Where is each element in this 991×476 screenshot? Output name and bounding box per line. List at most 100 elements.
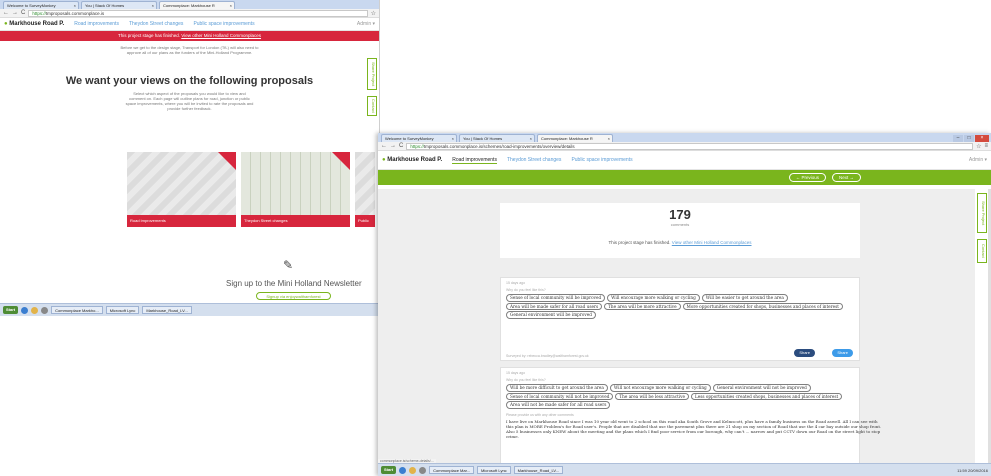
- reason-chip: Area will not be made safer for all road…: [506, 401, 611, 409]
- comment-text: I have live on Markhouse Road since I wa…: [506, 418, 882, 439]
- menu-icon[interactable]: ≡: [984, 143, 988, 149]
- nav-public-space[interactable]: Public space improvements: [193, 21, 254, 27]
- start-button[interactable]: Start: [3, 306, 19, 314]
- star-icon[interactable]: ☆: [976, 143, 981, 150]
- taskbar-app-label: Commonplace Markho...: [55, 308, 99, 313]
- response-card: 15 days ago Why do you feel like this? S…: [500, 277, 860, 361]
- brand-name: Markhouse Road P.: [9, 21, 65, 27]
- ie-icon[interactable]: [21, 306, 29, 314]
- reload-icon[interactable]: C: [21, 10, 25, 16]
- reload-icon[interactable]: C: [399, 143, 403, 149]
- url-scheme: https://: [32, 10, 46, 16]
- settings-icon[interactable]: [419, 466, 427, 474]
- url-text: tmproposals.commonplace.is: [45, 10, 105, 16]
- edit-icon: ✎: [283, 258, 294, 272]
- nav-theydon-street[interactable]: Theydon Street changes: [507, 157, 561, 163]
- nav-road-improvements[interactable]: Road improvements: [74, 21, 119, 27]
- reason-chip: The area will be more attractive: [604, 302, 681, 310]
- browser-tab-active[interactable]: Commonplace: Markhouse R ×: [537, 134, 613, 142]
- url-text: tmproposals.commonplace.is/schemes/road-…: [423, 143, 575, 149]
- taskbar-app-label: Microsoft Lync: [109, 308, 136, 313]
- maximize-icon[interactable]: □: [964, 135, 974, 142]
- stage-status: This project stage has finished.: [608, 240, 671, 245]
- card-ribbon: [218, 152, 236, 170]
- share-project-tab[interactable]: Share Project: [977, 193, 987, 233]
- nav-road-improvements[interactable]: Road improvements: [452, 157, 497, 164]
- stage-link[interactable]: View other Mini Holland Commonplaces: [672, 240, 752, 245]
- folder-icon[interactable]: [409, 466, 417, 474]
- admin-menu[interactable]: Admin ▾: [969, 157, 987, 163]
- url-input[interactable]: https://tmproposals.commonplace.is/schem…: [406, 142, 974, 150]
- card-image: [355, 152, 375, 215]
- back-icon[interactable]: ←: [381, 143, 387, 149]
- forward-icon[interactable]: →: [390, 143, 396, 149]
- comments-label: Please provide us with any other comment…: [506, 412, 574, 417]
- folder-icon[interactable]: [31, 306, 39, 314]
- facebook-share-button[interactable]: Share: [794, 349, 815, 357]
- banner-link[interactable]: View other Mini Holland Commonplaces: [181, 33, 261, 38]
- tab-close-icon[interactable]: ×: [452, 135, 454, 142]
- reason-chip: General environment will be improved: [506, 311, 596, 319]
- pager-bar: ← Previous Next →: [378, 170, 991, 185]
- url-input[interactable]: https://tmproposals.commonplace.is: [28, 9, 368, 17]
- address-bar: ← → C https://tmproposals.commonplace.is…: [0, 9, 379, 18]
- reason-chip: Sense of local community will not be imp…: [506, 392, 614, 400]
- tab-close-icon[interactable]: ×: [230, 2, 232, 9]
- contact-tab[interactable]: Contact: [367, 96, 377, 116]
- taskbar: Start Commonplace Mar... Microsoft Lync …: [378, 463, 991, 476]
- browser-tab[interactable]: You | Stack Of Homes ×: [81, 1, 157, 9]
- close-window-icon[interactable]: ×: [975, 135, 989, 142]
- tab-close-icon[interactable]: ×: [530, 135, 532, 142]
- brand-logo[interactable]: ● Markhouse Road P.: [382, 157, 442, 163]
- reason-chip: The area will be less attractive: [615, 392, 689, 400]
- system-clock[interactable]: 11:59 20/09/2016: [957, 468, 988, 473]
- ie-icon[interactable]: [399, 466, 407, 474]
- next-button[interactable]: Next →: [831, 173, 861, 182]
- nav-theydon-street[interactable]: Theydon Street changes: [129, 21, 183, 27]
- summary-panel: 179 comments This project stage has fini…: [500, 203, 860, 258]
- taskbar: Start Commonplace Markho... Microsoft Ly…: [0, 303, 379, 316]
- tab-label: Welcome to SurveyMonkey: [385, 136, 434, 141]
- share-label: Share: [837, 350, 848, 355]
- settings-icon[interactable]: [41, 306, 49, 314]
- newsletter-signup-button[interactable]: Signup via enjoywalthamforest: [256, 292, 331, 300]
- comment-count-label: comments: [670, 222, 690, 227]
- browser-tab[interactable]: You | Stack Of Homes ×: [459, 134, 535, 142]
- card-public-space[interactable]: Public spac: [355, 152, 375, 227]
- brand-logo[interactable]: ● Markhouse Road P.: [4, 21, 64, 27]
- tab-close-icon[interactable]: ×: [74, 2, 76, 9]
- back-icon[interactable]: ←: [3, 10, 9, 16]
- twitter-share-button[interactable]: Share: [832, 349, 853, 357]
- reason-chips: Will be more difficult to get around the…: [506, 384, 866, 409]
- tab-label: Commonplace: Markhouse R: [163, 3, 215, 8]
- card-theydon-street[interactable]: Theydon Street changes: [241, 152, 350, 227]
- response-card: 15 days ago Why do you feel like this? W…: [500, 367, 881, 476]
- taskbar-app[interactable]: Microsoft Lync: [105, 306, 140, 314]
- reason-chip: Will be easier to get around the area: [701, 294, 788, 302]
- share-project-tab[interactable]: Share Project: [367, 58, 377, 90]
- minimize-icon[interactable]: –: [953, 135, 963, 142]
- comment-count: 179: [669, 207, 691, 222]
- card-label: Road improvements: [127, 215, 236, 227]
- admin-menu[interactable]: Admin ▾: [357, 21, 375, 27]
- card-road-improvements[interactable]: Road improvements: [127, 152, 236, 227]
- previous-button[interactable]: ← Previous: [788, 173, 826, 182]
- taskbar-app[interactable]: Microsoft Lync: [477, 466, 511, 474]
- forward-icon[interactable]: →: [12, 10, 18, 16]
- taskbar-app[interactable]: Commonplace Markho...: [51, 306, 103, 314]
- card-label: Theydon Street changes: [241, 215, 350, 227]
- browser-tab-active[interactable]: Commonplace: Markhouse R ×: [159, 1, 235, 9]
- tab-close-icon[interactable]: ×: [152, 2, 154, 9]
- nav-public-space[interactable]: Public space improvements: [571, 157, 632, 163]
- contact-tab[interactable]: Contact: [977, 239, 987, 263]
- pin-icon: ●: [382, 157, 386, 163]
- taskbar-app[interactable]: Markhouse_Road_LV...: [513, 466, 564, 474]
- star-icon[interactable]: ☆: [371, 10, 376, 17]
- browser-tab[interactable]: Welcome to SurveyMonkey ×: [381, 134, 457, 142]
- taskbar-app-label: Microsoft Lync: [481, 468, 507, 473]
- taskbar-app[interactable]: Commonplace Mar...: [429, 466, 475, 474]
- tab-close-icon[interactable]: ×: [608, 135, 610, 142]
- start-button[interactable]: Start: [381, 466, 397, 474]
- browser-tab[interactable]: Welcome to SurveyMonkey ×: [3, 1, 79, 9]
- taskbar-app[interactable]: Markhouse_Road_LV...: [142, 306, 192, 314]
